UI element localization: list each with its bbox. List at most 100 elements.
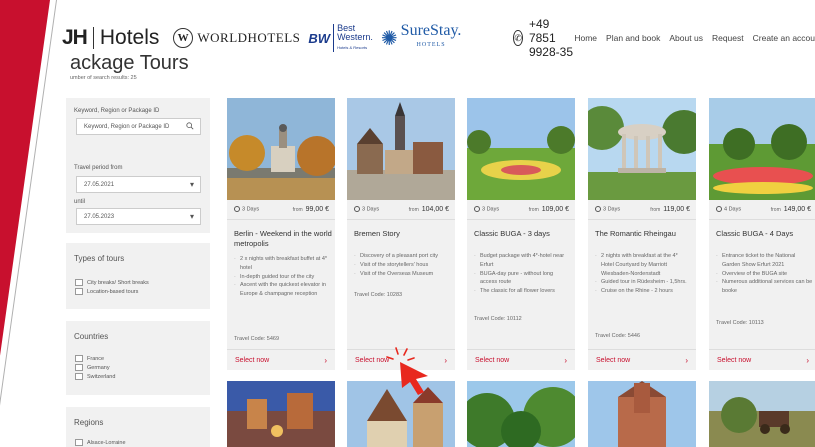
country-option[interactable]: Germany	[75, 363, 115, 372]
clock-icon	[354, 206, 360, 213]
tour-image-buga-4[interactable]	[709, 98, 815, 200]
type-option[interactable]: City breaks/ Short breaks	[75, 278, 149, 287]
travel-code: Travel Code: 10283	[354, 292, 403, 298]
search-filter-panel: Keyword, Region or Package ID Keyword, R…	[66, 98, 210, 233]
tour-highlights: 2 x nights with breakfast buffet at 4* h…	[234, 255, 331, 299]
tour-card-berlin[interactable]: 3 Days from 99,00 € Berlin - Weekend in t…	[227, 98, 335, 370]
checkbox[interactable]	[75, 279, 83, 286]
nav-create-account[interactable]: Create an accou	[753, 33, 815, 43]
tour-card-buga-4[interactable]: 4 Days from 149,00 € Classic BUGA - 4 Day…	[709, 98, 815, 370]
checkbox[interactable]	[75, 364, 83, 371]
tour-title[interactable]: Classic BUGA - 3 days	[474, 229, 572, 239]
region-option[interactable]: Alsace-Lorraine	[75, 438, 126, 447]
select-now-button[interactable]: Select now ›	[588, 349, 696, 370]
nav-home[interactable]: Home	[574, 33, 597, 43]
phone-contact[interactable]: ✆ +49 7851 9928-35	[513, 17, 574, 59]
select-now-button[interactable]: Select now ›	[467, 349, 575, 370]
duration-text: 3 Days	[603, 206, 621, 213]
tour-duration: 3 Days	[354, 206, 379, 213]
highlight-item: 2 x nights with breakfast buffet at 4* h…	[234, 255, 331, 273]
tour-meta: 4 Days from 149,00 €	[716, 206, 811, 213]
country-label: Germany	[87, 364, 110, 371]
until-select[interactable]: 27.05.2023 ▾	[76, 208, 201, 225]
duration-text: 3 Days	[242, 206, 260, 213]
checkbox[interactable]	[75, 355, 83, 362]
tour-price: from 99,00 €	[293, 206, 329, 213]
types-list: City breaks/ Short breaks Location-based…	[75, 278, 149, 296]
logo-separator	[92, 27, 94, 49]
search-result-count: umber of search results: 25	[70, 75, 137, 81]
chevron-right-icon: ›	[564, 355, 567, 365]
tour-price: from 119,00 €	[650, 206, 690, 213]
tour-image-row2-4[interactable]	[588, 381, 696, 447]
country-option[interactable]: France	[75, 354, 115, 363]
tour-title[interactable]: The Romantic Rheingau	[595, 229, 693, 239]
checkbox[interactable]	[75, 373, 83, 380]
country-label: France	[87, 355, 105, 362]
keyword-search-input[interactable]: Keyword, Region or Package ID	[76, 118, 201, 135]
travel-code: Travel Code: 5469	[234, 336, 280, 342]
chevron-right-icon: ›	[444, 355, 447, 365]
surestay-logo[interactable]: ✺ SureStay. HOTELS	[381, 23, 462, 52]
tour-card-rheingau[interactable]: 3 Days from 119,00 € The Romantic Rheinga…	[588, 98, 696, 370]
tour-price: from 109,00 €	[529, 206, 569, 213]
worldhotels-logo[interactable]: W WORLDHOTELS	[173, 28, 300, 48]
bestwestern-logo[interactable]: BW Best Western. Hotels & Resorts	[308, 24, 373, 52]
type-label: Location-based tours	[87, 288, 139, 295]
divider	[227, 219, 335, 220]
chevron-down-icon: ▾	[189, 180, 194, 189]
tour-image-row2-1[interactable]	[227, 381, 335, 447]
select-now-button[interactable]: Select now ›	[227, 349, 335, 370]
period-from-label: Travel period from	[74, 165, 123, 171]
price-value: 119,00 €	[663, 206, 690, 213]
surestay-text: SureStay. HOTELS	[401, 23, 462, 52]
tour-meta: 3 Days from 119,00 €	[595, 206, 690, 213]
tour-meta: 3 Days from 99,00 €	[234, 206, 329, 213]
price-value: 104,00 €	[421, 206, 449, 213]
tour-image-row2-3[interactable]	[467, 381, 575, 447]
tour-image-buga-3[interactable]	[467, 98, 575, 200]
duration-text: 4 Days	[724, 206, 742, 213]
checkbox[interactable]	[75, 439, 83, 446]
highlight-item: Ascent with the quickest elevator in Eur…	[234, 281, 331, 299]
logo-jh-letters: JH	[62, 26, 88, 49]
select-now-label: Select now	[475, 356, 510, 364]
divider	[347, 219, 455, 220]
type-option[interactable]: Location-based tours	[75, 287, 149, 296]
tour-highlights: Budget package with 4*-hotel near Erfurt…	[474, 252, 571, 296]
regions-filter: Regions Alsace-Lorraine	[66, 407, 210, 447]
chevron-right-icon: ›	[324, 355, 327, 365]
tour-highlights: Discovery of a pleasant port city Visit …	[354, 252, 451, 278]
tour-image-berlin[interactable]	[227, 98, 335, 200]
highlight-item: The classic for all flower lovers	[474, 287, 571, 296]
chevron-right-icon: ›	[806, 355, 809, 365]
nav-request[interactable]: Request	[712, 33, 744, 43]
duration-text: 3 Days	[482, 206, 500, 213]
site-header: JH Hotels W WORLDHOTELS BW Best Western.…	[62, 17, 815, 59]
keyword-placeholder: Keyword, Region or Package ID	[84, 123, 170, 130]
tour-title[interactable]: Bremen Story	[354, 229, 452, 239]
divider	[467, 219, 575, 220]
tour-card-buga-3[interactable]: 3 Days from 109,00 € Classic BUGA - 3 day…	[467, 98, 575, 370]
clock-icon	[474, 206, 480, 213]
tour-image-row2-5[interactable]	[709, 381, 815, 447]
jh-hotels-logo[interactable]: JH Hotels	[62, 26, 159, 50]
period-from-select[interactable]: 27.05.2021 ▾	[76, 176, 201, 193]
tour-image-bremen[interactable]	[347, 98, 455, 200]
select-now-label: Select now	[235, 356, 270, 364]
region-label: Alsace-Lorraine	[87, 439, 126, 446]
search-icon[interactable]	[186, 121, 194, 132]
tour-card-bremen[interactable]: 3 Days from104,00 € Bremen Story Discove…	[347, 98, 455, 370]
tour-title[interactable]: Classic BUGA - 4 Days	[716, 229, 814, 239]
tour-image-rheingau[interactable]	[588, 98, 696, 200]
select-now-button[interactable]: Select now ›	[709, 349, 815, 370]
tour-duration: 4 Days	[716, 206, 742, 213]
nav-plan-and-book[interactable]: Plan and book	[606, 33, 660, 43]
chevron-right-icon: ›	[685, 355, 688, 365]
country-option[interactable]: Switzerland	[75, 372, 115, 381]
regions-list: Alsace-Lorraine	[75, 438, 126, 447]
type-label: City breaks/ Short breaks	[87, 279, 149, 286]
nav-about-us[interactable]: About us	[669, 33, 703, 43]
tour-title[interactable]: Berlin - Weekend in the world metropolis	[234, 229, 332, 249]
checkbox[interactable]	[75, 288, 83, 295]
